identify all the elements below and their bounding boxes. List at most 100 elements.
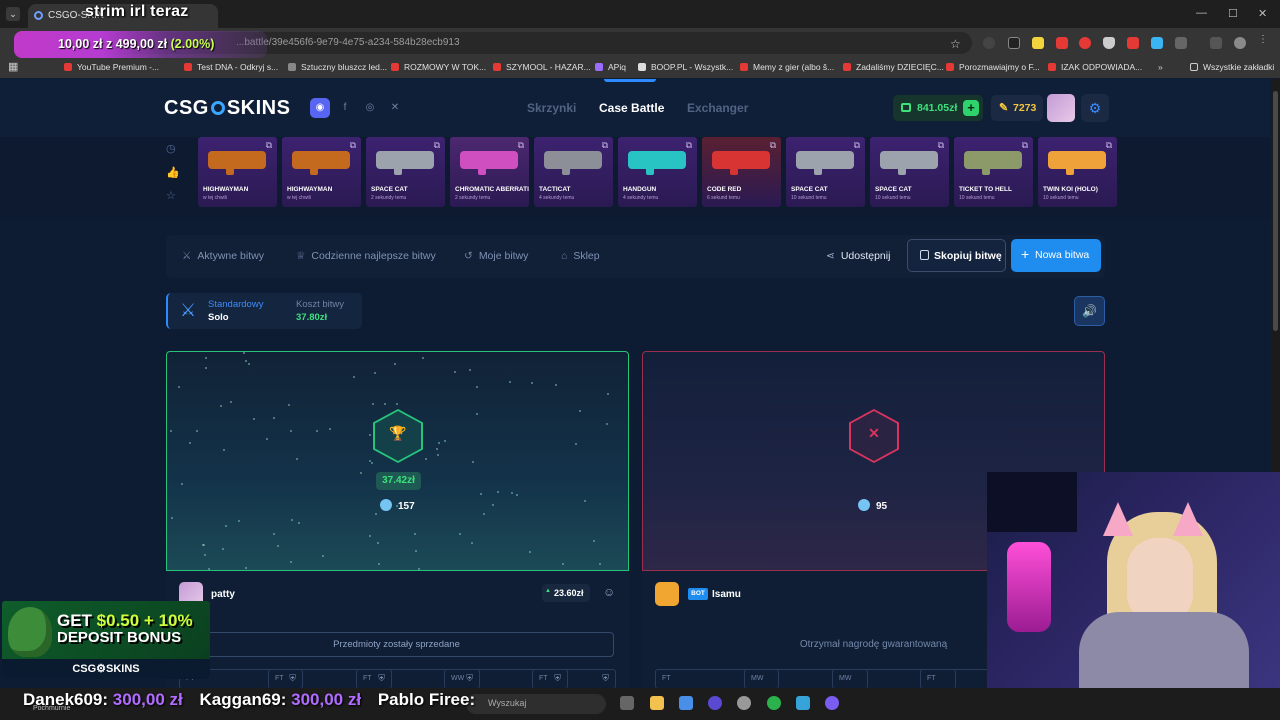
clock-icon[interactable]: ◷ [166,142,176,155]
sponsor-promo-banner: GET $0.50 + 10% DEPOSIT BONUS CSG⚙SKINS [2,601,210,679]
cost-label: Koszt bitwy [296,299,345,310]
facebook-icon[interactable]: f [335,98,355,118]
scrollbar-thumb[interactable] [1273,91,1278,331]
bookmark-item[interactable]: Memy z gier (albo š... [740,62,834,72]
points-display: 95 [858,499,887,512]
new-battle-button[interactable]: + Nowa bitwa [1011,239,1101,272]
cross-icon: ✕ [868,425,880,441]
promo-brand: CSG⚙SKINS [2,659,210,679]
x-twitter-icon[interactable]: ✕ [385,98,405,118]
drop-time: 10 sekund temu [875,195,911,201]
user-avatar[interactable] [1047,94,1075,122]
star-icon[interactable]: ☆ [166,189,176,202]
store-icon[interactable] [679,696,693,710]
extensions-puzzle-icon[interactable] [1175,37,1187,49]
adblock-icon[interactable] [1056,37,1068,49]
drop-card[interactable]: ⧉ TWIN KOI (HOLO) 10 sekund temu [1038,137,1117,207]
folder-icon [1190,63,1198,71]
tab-aktywne-bitwy[interactable]: ⚔ Aktywne bitwy [182,250,264,262]
instagram-icon[interactable]: ◎ [360,98,380,118]
bookmark-favicon-icon [638,63,646,71]
history-icon: ↺ [464,250,473,262]
chrome-icon[interactable] [767,696,781,710]
bookmark-item[interactable]: ROZMOWY W TOK... [391,62,486,72]
bookmark-item[interactable]: APiq [595,62,626,72]
drop-card[interactable]: ⧉ HIGHWAYMAN w tej chwili [198,137,277,207]
bot-avatar[interactable] [655,582,679,606]
site-logo[interactable]: CSG SKINS [164,97,290,120]
extension-icon[interactable] [1032,37,1044,49]
drop-card[interactable]: ⧉ CHROMATIC ABERRATION 2 sekundy temu [450,137,529,207]
notepad-icon[interactable] [796,696,810,710]
media-icon[interactable] [1210,37,1222,49]
menu-icon[interactable]: ⋮ [1258,34,1270,46]
tab-moje-bitwy[interactable]: ↺ Moje bitwy [464,250,528,262]
taskbar-search[interactable]: Wyszukaj [466,694,606,714]
all-bookmarks[interactable]: Wszystkie zakładki [1190,62,1274,72]
bookmark-item[interactable]: Zadaliśmy DZIECIĘC... [843,62,944,72]
balance-display[interactable]: 841.05zł + [893,95,983,121]
bookmarks-bar: ▦ YouTube Premium -... Test DNA - Odkryj… [0,58,1280,78]
task-view-icon[interactable] [620,696,634,710]
drop-card[interactable]: ⧉ TICKET TO HELL 10 sekund temu [954,137,1033,207]
player-name[interactable]: patty [211,589,235,600]
bookmark-star-icon[interactable]: ☆ [950,37,961,51]
drop-card[interactable]: ⧉ SPACE CAT 2 sekundy temu [366,137,445,207]
drop-card[interactable]: ⧉ HIGHWAYMAN w tej chwili [282,137,361,207]
tab-search-icon[interactable]: ⌄ [6,7,20,21]
nav-case-battle[interactable]: Case Battle [599,101,664,115]
drop-time: w tej chwili [287,195,311,201]
weapon-image [964,151,1022,175]
extension-icon[interactable] [1151,37,1163,49]
app-icon[interactable] [708,696,722,710]
discord-icon[interactable]: ◉ [310,98,330,118]
sound-toggle-icon[interactable]: 🔊 [1074,296,1105,326]
app-icon[interactable] [737,696,751,710]
bookmark-item[interactable]: YouTube Premium -... [64,62,159,72]
discord-icon[interactable] [825,696,839,710]
share-label: Udostępnij [840,250,891,262]
drop-card[interactable]: ⧉ SPACE CAT 10 sekund temu [870,137,949,207]
bookmark-label: ROZMOWY W TOK... [404,62,487,72]
drop-card[interactable]: ⧉ TACTICAT 4 sekundy temu [534,137,613,207]
smile-icon[interactable]: ☺ [603,585,615,599]
apps-icon[interactable]: ▦ [8,60,18,73]
bookmarks-overflow-icon[interactable]: » [1158,62,1163,72]
item-tag-icon: ⧉ [937,140,944,150]
star-dot [471,460,474,463]
promo-amount: $0.50 + 10% [96,611,193,630]
minimize-icon[interactable]: — [1196,7,1207,19]
coins-display[interactable]: ✎ 7273 [991,95,1043,121]
bookmark-item[interactable]: SZYMOOL - HAZAR... [493,62,591,72]
tab-codzienne-najlepsze-bitwy[interactable]: ♕ Codzienne najlepsze bitwy [296,250,436,262]
drop-card[interactable]: ⧉ SPACE CAT 10 sekund temu [786,137,865,207]
nav-skrzynki[interactable]: Skrzynki [527,101,576,115]
maximize-icon[interactable]: ☐ [1228,7,1238,20]
copy-battle-button[interactable]: Skopiuj bitwę [907,239,1006,272]
thumbs-up-icon[interactable]: 👍 [166,166,180,179]
nav-exchanger[interactable]: Exchanger [687,101,748,115]
bookmark-item[interactable]: IZAK ODPOWIADA... [1048,62,1142,72]
file-explorer-icon[interactable] [650,696,664,710]
crossed-swords-icon: ⚔ [180,300,197,320]
item-slot[interactable]: FT ⛨ [532,669,616,689]
share-button[interactable]: ⋖ Udostępnij [826,250,890,262]
bookmark-item[interactable]: Porozmawiajmy o F... [946,62,1040,72]
bookmark-item[interactable]: BOOP.PL - Wszystk... [638,62,733,72]
drop-card[interactable]: ⧉ CODE RED 6 sekund temu [702,137,781,207]
profile-icon[interactable] [1234,37,1246,49]
bookmark-item[interactable]: Test DNA - Odkryj s... [184,62,278,72]
extension-icon[interactable] [1008,37,1020,49]
extension-icon[interactable] [983,37,995,49]
extension-icon[interactable] [1079,37,1091,49]
player-name[interactable]: Isamu [712,589,741,600]
extension-icon[interactable] [1127,37,1139,49]
shield-icon[interactable] [1103,37,1115,49]
bookmark-item[interactable]: Sztuczny bluszcz led... [288,62,387,72]
deposit-button[interactable]: + [963,100,979,116]
settings-gear-icon[interactable]: ⚙ [1081,94,1109,122]
profit-badge: 23.60zł [542,584,590,602]
drop-card[interactable]: ⧉ HANDGUN 4 sekundy temu [618,137,697,207]
close-window-icon[interactable]: ✕ [1258,7,1267,20]
tab-sklep[interactable]: ⌂ Sklep [561,250,600,262]
